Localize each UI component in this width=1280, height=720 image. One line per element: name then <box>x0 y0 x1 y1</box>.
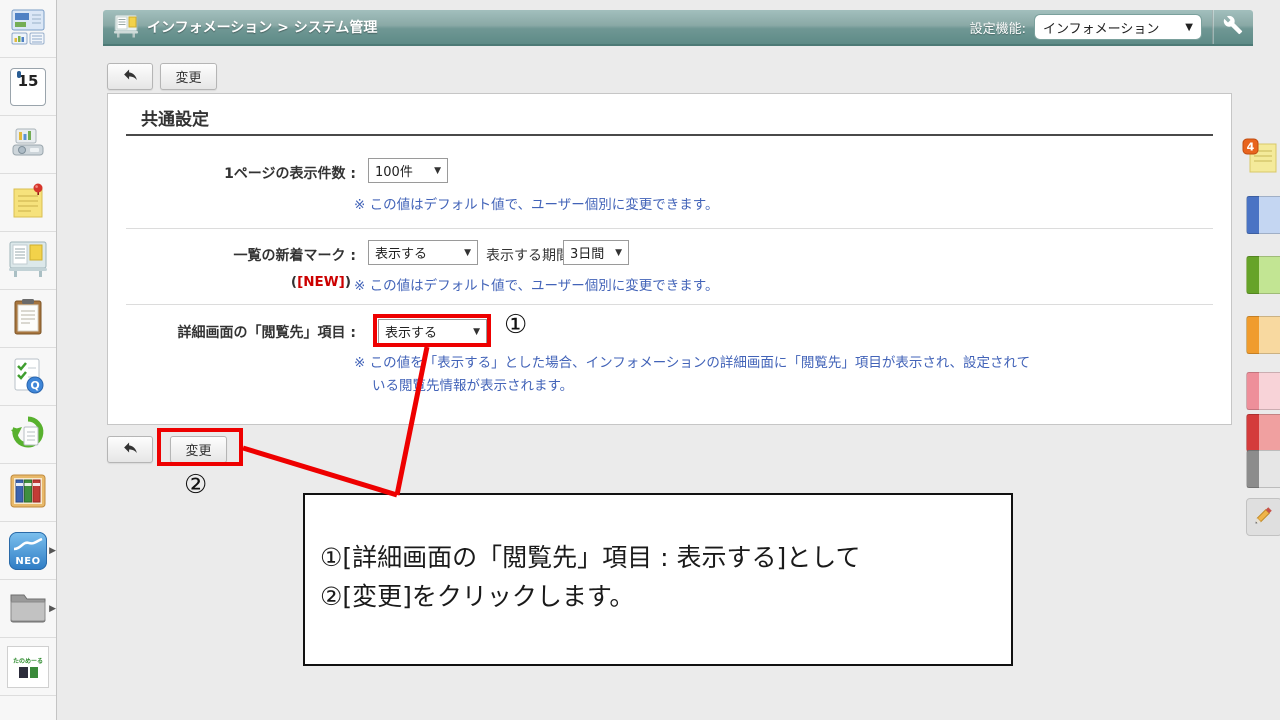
edit-shortcut[interactable] <box>1246 498 1280 536</box>
row-separator <box>126 228 1213 229</box>
back-arrow-icon <box>122 66 139 87</box>
highlight-box-change <box>157 428 243 466</box>
pencil-icon <box>1251 502 1277 532</box>
new-mark-value: 表示する <box>375 247 428 262</box>
shortcut-tab-green[interactable] <box>1246 256 1280 294</box>
settings-function-value: インフォメーション <box>1043 21 1160 37</box>
page-count-value: 100件 <box>375 165 413 180</box>
todo-shortcut[interactable]: 4 <box>1242 138 1280 182</box>
row2-label: 一覧の新着マーク : <box>233 248 356 264</box>
tanomeru-label: たのめーる <box>12 657 43 665</box>
folder-icon <box>8 590 48 628</box>
shortcut-tab-red[interactable] <box>1246 414 1280 452</box>
clipboard-icon <box>10 297 46 341</box>
tanomeru-logo <box>18 666 38 678</box>
sidebar-item-schedule[interactable]: 15 <box>0 58 56 116</box>
back-button-bottom[interactable] <box>107 436 153 463</box>
sidebar-item-portal[interactable] <box>0 0 56 58</box>
step-marker-2: ② <box>184 470 208 500</box>
sidebar-item-neo[interactable]: NEO ▶ <box>0 522 56 580</box>
panel-heading: 共通設定 <box>141 110 209 130</box>
row3-note-line1: ※ この値を「表示する」とした場合、インフォメーションの詳細画面に「閲覧先」項目… <box>354 355 1031 371</box>
sidebar-item-information[interactable] <box>0 232 56 290</box>
calendar-icon: 15 <box>10 67 46 106</box>
header-bar: インフォメーション > システム管理 設定機能: インフォメーション ▼ <box>103 10 1253 46</box>
row1-label: 1ページの表示件数 : <box>224 166 356 182</box>
sidebar-item-workflow[interactable] <box>0 406 56 464</box>
workflow-icon <box>8 413 48 457</box>
step-marker-1: ① <box>504 310 528 340</box>
sidebar-item-folder[interactable]: ▶ <box>0 580 56 638</box>
new-mark-sample: ([NEW]) <box>290 274 351 290</box>
new-mark-select[interactable]: 表示する ▼ <box>368 240 478 265</box>
wrench-icon[interactable] <box>1223 15 1243 39</box>
settings-function-label: 設定機能: <box>969 21 1026 37</box>
chevron-down-icon: ▼ <box>615 247 622 258</box>
tanomeru-icon: たのめーる <box>7 645 49 688</box>
left-sidebar: 15 Q NEO ▶ ▶ たのめーる <box>0 0 57 720</box>
sidebar-item-circular[interactable]: Q <box>0 348 56 406</box>
cabinet-icon <box>8 471 48 515</box>
page-title: インフォメーション > システム管理 <box>147 20 378 36</box>
row-separator <box>126 304 1213 305</box>
neo-icon: NEO <box>9 531 47 570</box>
change-button-label: 変更 <box>175 71 202 86</box>
svg-text:Q: Q <box>30 379 39 392</box>
back-arrow-icon <box>122 439 139 460</box>
todo-note-icon: 4 <box>1242 138 1280 182</box>
sidebar-item-survey[interactable] <box>0 290 56 348</box>
header-divider <box>1212 10 1214 44</box>
row3-label: 詳細画面の「閲覧先」項目 : <box>177 325 356 341</box>
back-button-top[interactable] <box>107 63 153 90</box>
todo-badge: 4 <box>1247 141 1255 154</box>
portal-icon <box>8 7 48 51</box>
row2-note: ※ この値はデフォルト値で、ユーザー個別に変更できます。 <box>354 278 719 294</box>
highlight-box-select <box>373 314 491 347</box>
period-value: 3日間 <box>570 247 605 262</box>
expand-arrow-icon[interactable]: ▶ <box>49 546 56 556</box>
period-select[interactable]: 3日間 ▼ <box>563 240 629 265</box>
shortcut-tab-pink[interactable] <box>1246 372 1280 410</box>
heading-rule <box>126 134 1213 136</box>
bulletin-board-icon <box>113 12 139 42</box>
page-count-select[interactable]: 100件 ▼ <box>368 158 448 183</box>
neo-label: NEO <box>15 555 41 567</box>
sidebar-item-memo[interactable] <box>0 174 56 232</box>
memo-icon <box>9 181 47 225</box>
shortcut-tab-orange[interactable] <box>1246 316 1280 354</box>
facility-icon <box>8 123 48 167</box>
sidebar-item-cabinet[interactable] <box>0 464 56 522</box>
shortcut-tab-gray[interactable] <box>1246 450 1280 488</box>
circular-report-icon: Q <box>9 355 47 399</box>
sidebar-item-banner[interactable] <box>0 696 56 720</box>
chevron-down-icon: ▼ <box>434 165 441 176</box>
chevron-down-icon: ▼ <box>464 247 471 258</box>
sidebar-item-facility[interactable] <box>0 116 56 174</box>
annotation-box: ①[詳細画面の「閲覧先」項目 : 表示する]として ②[変更]をクリックします。 <box>303 493 1013 666</box>
annotation-line1: ①[詳細画面の「閲覧先」項目 : 表示する]として <box>320 543 861 572</box>
change-button-top[interactable]: 変更 <box>160 63 217 90</box>
settings-function-select[interactable]: インフォメーション ▼ <box>1034 14 1202 40</box>
common-settings-panel: 共通設定 1ページの表示件数 : 100件 ▼ ※ この値はデフォルト値で、ユー… <box>107 93 1232 425</box>
shortcut-tab-blue[interactable] <box>1246 196 1280 234</box>
expand-arrow-icon[interactable]: ▶ <box>49 604 56 614</box>
row1-note: ※ この値はデフォルト値で、ユーザー個別に変更できます。 <box>354 197 719 213</box>
chevron-down-icon: ▼ <box>1185 21 1193 33</box>
annotation-line2: ②[変更]をクリックします。 <box>320 582 635 611</box>
sidebar-item-tanomeru[interactable]: たのめーる <box>0 638 56 696</box>
new-badge: [NEW] <box>297 274 345 290</box>
period-label: 表示する期間 <box>486 248 570 264</box>
infoboard-icon <box>7 239 49 283</box>
row3-note-line2: いる閲覧先情報が表示されます。 <box>372 378 574 394</box>
screen: 15 Q NEO ▶ ▶ たのめーる 4 インフォメーション > システム管理 … <box>0 0 1280 720</box>
